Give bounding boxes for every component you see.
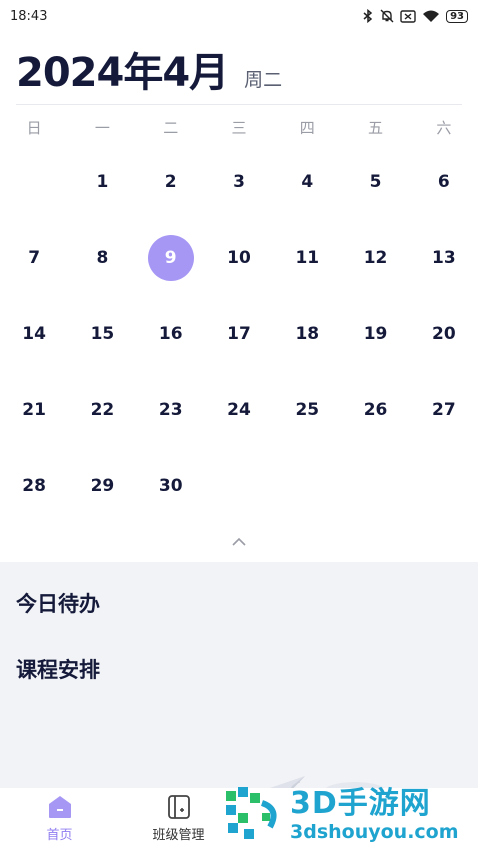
status-time: 18:43 <box>10 8 48 24</box>
month-title[interactable]: 2024年4月 <box>16 40 229 98</box>
watermark-logo-icon <box>226 787 277 839</box>
day-number: 4 <box>301 172 314 192</box>
weekday-label: 三 <box>231 119 247 137</box>
current-weekday: 周二 <box>244 69 283 91</box>
day-number: 9 <box>147 235 194 281</box>
day-number: 10 <box>227 248 251 268</box>
day-number: 13 <box>432 248 456 268</box>
day-number: 26 <box>363 400 388 420</box>
weekday-header: 日 一 二 三 四 五 六 <box>0 117 478 145</box>
day-number: 22 <box>90 400 115 420</box>
tab-class-management-label: 班级管理 <box>152 828 205 843</box>
calendar-empty-cell <box>273 475 341 551</box>
calendar-grid: 1 2 3 4 5 6 7 8 9 10 11 12 13 14 15 16 17 18 19 20 21 22 23 24 2… <box>0 171 478 551</box>
weekday-label: 日 <box>26 119 42 137</box>
day-number: 8 <box>96 248 109 268</box>
day-number: 23 <box>158 400 183 420</box>
mute-bell-icon <box>380 9 394 23</box>
calendar-empty-cell <box>410 475 478 551</box>
day-number: 5 <box>369 172 382 192</box>
day-number: 3 <box>233 172 245 192</box>
calendar-day[interactable]: 26 <box>341 399 409 475</box>
day-number: 18 <box>295 324 320 344</box>
day-number: 21 <box>22 400 46 420</box>
day-number: 25 <box>295 400 320 420</box>
tab-home-label: 首页 <box>46 828 73 843</box>
weekday-label: 二 <box>163 119 179 137</box>
status-bar: 18:43 93 <box>0 0 478 32</box>
weekday-label: 五 <box>368 119 384 137</box>
day-number: 2 <box>164 172 177 192</box>
chevron-up-icon <box>232 537 246 546</box>
class-icon <box>167 795 190 819</box>
agenda-panel: 今日待办 课程安排 <box>0 562 478 788</box>
calendar-empty-cell <box>341 475 409 551</box>
todo-section-title: 今日待办 <box>16 592 100 616</box>
sim-x-icon <box>400 9 416 23</box>
day-number: 14 <box>22 324 46 344</box>
calendar-day[interactable]: 28 <box>0 475 68 551</box>
tab-class-management[interactable]: 班级管理 <box>119 788 238 850</box>
day-number: 11 <box>295 248 320 268</box>
day-number: 29 <box>90 476 115 496</box>
empty-state-illustration <box>270 776 385 788</box>
home-icon <box>48 796 71 818</box>
weekday-label: 一 <box>94 119 110 137</box>
watermark: 3D手游网 3dshouyou.com <box>222 780 478 850</box>
schedule-section-title: 课程安排 <box>16 658 100 682</box>
calendar-day[interactable]: 30 <box>137 475 205 551</box>
tab-home[interactable]: 首页 <box>0 788 119 850</box>
day-number: 17 <box>227 324 251 344</box>
day-number: 24 <box>227 400 251 420</box>
day-number: 20 <box>432 324 456 344</box>
status-icons: 93 <box>362 9 468 23</box>
day-number: 12 <box>363 248 388 268</box>
day-number: 7 <box>28 248 41 268</box>
calendar-day[interactable]: 24 <box>205 399 273 475</box>
calendar-day[interactable]: 29 <box>68 475 136 551</box>
header-divider <box>16 104 462 105</box>
weekday-label: 四 <box>299 119 315 137</box>
weekday-label: 六 <box>436 119 452 137</box>
wifi-icon <box>422 9 440 23</box>
calendar-day[interactable]: 27 <box>410 399 478 475</box>
day-number: 27 <box>432 400 456 420</box>
calendar-day[interactable]: 25 <box>273 399 341 475</box>
watermark-brand: 3D手游网 <box>290 786 431 821</box>
battery-indicator: 93 <box>446 9 468 23</box>
day-number: 1 <box>96 172 109 192</box>
day-number: 30 <box>158 476 183 496</box>
watermark-url: 3dshouyou.com <box>290 821 459 843</box>
day-number: 28 <box>22 476 46 496</box>
day-number: 15 <box>90 324 115 344</box>
day-number: 6 <box>437 172 450 192</box>
bluetooth-icon <box>362 9 374 23</box>
day-number: 19 <box>363 324 388 344</box>
day-number: 16 <box>158 324 183 344</box>
calendar-header: 2024年4月 周二 <box>0 32 478 100</box>
